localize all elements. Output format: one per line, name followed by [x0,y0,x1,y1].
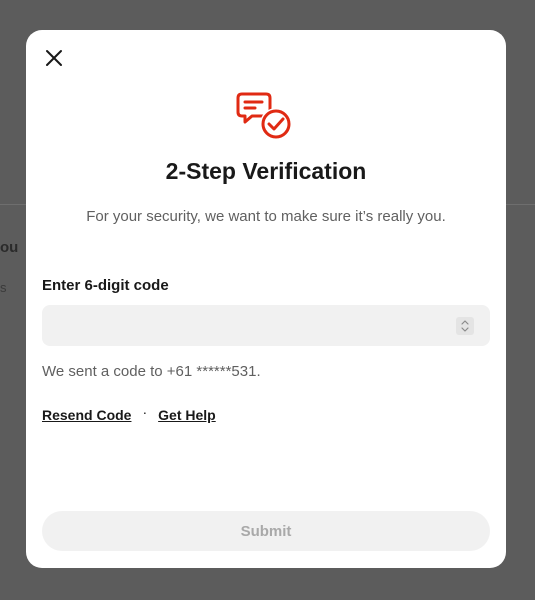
link-separator: · [142,404,148,420]
dialog-title: 2-Step Verification [165,158,367,184]
background-text: ou [0,239,19,256]
help-links: Resend Code · Get Help [42,404,216,423]
number-stepper-icon[interactable] [456,317,474,335]
close-button[interactable] [42,46,66,70]
code-field-label: Enter 6-digit code [42,277,169,294]
verification-dialog: 2-Step Verification For your security, w… [26,30,506,568]
dialog-subtitle: For your security, we want to make sure … [86,208,446,225]
resend-code-link[interactable]: Resend Code [42,407,131,423]
code-sent-message: We sent a code to +61 ******531. [42,363,261,380]
chat-check-icon [236,92,292,140]
background-text: s [0,280,7,295]
close-icon [46,50,62,66]
verification-code-input[interactable] [42,305,490,346]
get-help-link[interactable]: Get Help [158,407,216,423]
submit-button[interactable]: Submit [42,511,490,551]
